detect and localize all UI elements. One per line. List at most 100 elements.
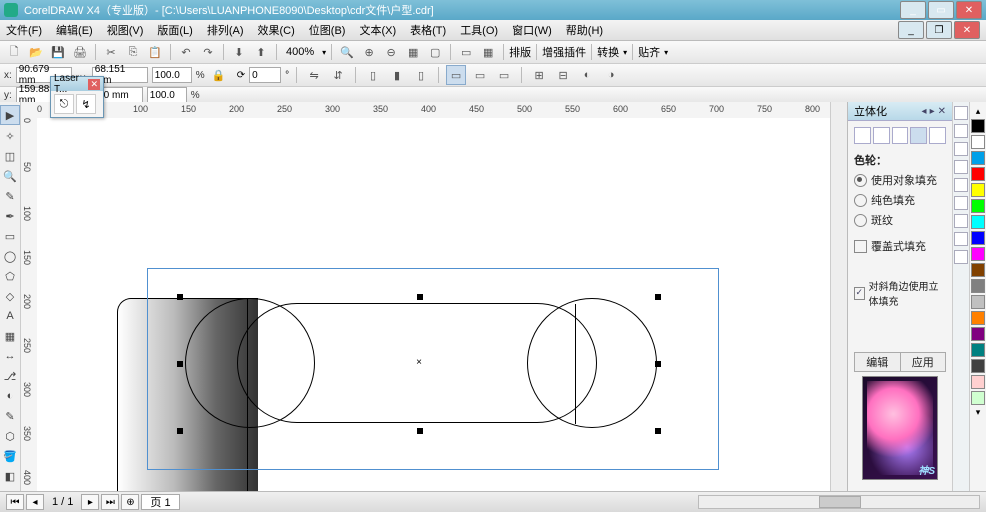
- smart-tool[interactable]: ✒: [1, 207, 19, 225]
- combine-icon[interactable]: ◐: [577, 65, 597, 85]
- menu-text[interactable]: 文本(X): [359, 22, 396, 38]
- search-icon[interactable]: 🔍: [337, 42, 357, 62]
- angle-field[interactable]: 0: [249, 67, 281, 83]
- color-swatch[interactable]: [971, 327, 985, 341]
- docker-icon-7[interactable]: [954, 214, 968, 228]
- color-swatch[interactable]: [971, 231, 985, 245]
- menu-effect[interactable]: 效果(C): [258, 22, 295, 38]
- menu-layout[interactable]: 版面(L): [157, 22, 192, 38]
- snap-icon[interactable]: ▭: [456, 42, 476, 62]
- group-icon[interactable]: ⊞: [529, 65, 549, 85]
- selection-handle[interactable]: [177, 428, 183, 434]
- selection-handle[interactable]: [655, 428, 661, 434]
- extra-snap[interactable]: 贴齐: [638, 44, 660, 60]
- text-tool[interactable]: A: [1, 307, 19, 325]
- selection-handle[interactable]: [177, 361, 183, 367]
- check-drape-fill[interactable]: [854, 240, 867, 253]
- laser-tool-2[interactable]: ↯: [76, 94, 96, 114]
- radio-solid-fill[interactable]: [854, 194, 867, 207]
- color-swatch[interactable]: [971, 375, 985, 389]
- color-swatch[interactable]: [971, 359, 985, 373]
- selection-handle[interactable]: [417, 294, 423, 300]
- zoom-dropdown-icon[interactable]: ▾: [322, 48, 326, 57]
- save-button[interactable]: 💾: [48, 42, 68, 62]
- polygon-tool[interactable]: ⬠: [1, 267, 19, 285]
- rectangle-tool[interactable]: ▭: [1, 227, 19, 245]
- outline-tool[interactable]: ⬡: [1, 427, 19, 445]
- docker-prev-icon[interactable]: ◂: [922, 106, 927, 117]
- close-button[interactable]: ✕: [956, 1, 982, 19]
- grid-icon[interactable]: ▦: [478, 42, 498, 62]
- fill-tool[interactable]: 🪣: [1, 447, 19, 465]
- color-swatch[interactable]: [971, 215, 985, 229]
- zoom-out-icon[interactable]: ⊖: [381, 42, 401, 62]
- cut-button[interactable]: ✂: [101, 42, 121, 62]
- extrude-mode-1[interactable]: [854, 127, 871, 144]
- extrude-mode-3[interactable]: [892, 127, 909, 144]
- last-page-button[interactable]: ⏭: [101, 494, 119, 510]
- selection-handle[interactable]: [177, 294, 183, 300]
- menu-help[interactable]: 帮助(H): [566, 22, 603, 38]
- paste-button[interactable]: 📋: [145, 42, 165, 62]
- extra-layout[interactable]: 排版: [509, 44, 531, 60]
- undo-button[interactable]: ↶: [176, 42, 196, 62]
- ruler-vertical[interactable]: 050100150200250300350400450: [21, 118, 38, 492]
- redo-button[interactable]: ↷: [198, 42, 218, 62]
- color-swatch[interactable]: [971, 295, 985, 309]
- promo-image[interactable]: 神S: [862, 376, 938, 480]
- docker-next-icon[interactable]: ▸: [930, 106, 935, 117]
- menu-file[interactable]: 文件(F): [6, 22, 42, 38]
- edit-button[interactable]: 编辑: [854, 352, 901, 372]
- floating-laser-toolbar[interactable]: Laser T... ✕ ⎋ ↯: [50, 76, 104, 118]
- color-swatch[interactable]: [971, 391, 985, 405]
- eyedropper-tool[interactable]: ✎: [1, 407, 19, 425]
- menu-edit[interactable]: 编辑(E): [56, 22, 93, 38]
- apply-button[interactable]: 应用: [901, 352, 947, 372]
- hscroll-track[interactable]: [698, 495, 980, 509]
- doc-minimize-button[interactable]: _: [898, 21, 924, 39]
- color-swatch[interactable]: [971, 311, 985, 325]
- float-close-icon[interactable]: ✕: [88, 79, 100, 90]
- menu-tools[interactable]: 工具(O): [460, 22, 498, 38]
- selection-handle[interactable]: [655, 361, 661, 367]
- check-bevel-fill[interactable]: [854, 287, 865, 300]
- menu-window[interactable]: 窗口(W): [512, 22, 552, 38]
- connector-tool[interactable]: ⎇: [1, 367, 19, 385]
- docker-icon-3[interactable]: [954, 142, 968, 156]
- table-tool[interactable]: ▦: [1, 327, 19, 345]
- vertical-scrollbar[interactable]: [830, 102, 847, 492]
- docker-icon-2[interactable]: [954, 124, 968, 138]
- align-l-icon[interactable]: ▯: [363, 65, 383, 85]
- effect-tool[interactable]: ◐: [1, 387, 19, 405]
- zoom-fit-icon[interactable]: ▦: [403, 42, 423, 62]
- open-button[interactable]: 📂: [26, 42, 46, 62]
- import-button[interactable]: ⬇: [229, 42, 249, 62]
- hscroll-thumb[interactable]: [819, 496, 861, 508]
- page-tab-1[interactable]: 页 1: [141, 494, 179, 510]
- extra-plugin[interactable]: 增强插件: [542, 44, 586, 60]
- docker-icon-6[interactable]: [954, 196, 968, 210]
- palette-down-icon[interactable]: ▾: [976, 407, 981, 418]
- color-swatch[interactable]: [971, 263, 985, 277]
- dimension-tool[interactable]: ↔: [1, 347, 19, 365]
- color-swatch[interactable]: [971, 119, 985, 133]
- color-swatch[interactable]: [971, 199, 985, 213]
- docker-close-icon[interactable]: ✕: [938, 106, 946, 117]
- chevron-down-icon[interactable]: ▾: [623, 48, 627, 57]
- canvas[interactable]: ×: [37, 118, 847, 492]
- prev-page-button[interactable]: ◂: [26, 494, 44, 510]
- palette-up-icon[interactable]: ▴: [976, 106, 981, 117]
- lock-icon[interactable]: 🔒: [209, 65, 229, 85]
- color-swatch[interactable]: [971, 167, 985, 181]
- align-r-icon[interactable]: ▯: [411, 65, 431, 85]
- sy-field[interactable]: 100.0: [147, 87, 187, 103]
- add-page-button[interactable]: ⊕: [121, 494, 139, 510]
- mirror-h-icon[interactable]: ⇋: [304, 65, 324, 85]
- docker-icon-5[interactable]: [954, 178, 968, 192]
- color-swatch[interactable]: [971, 279, 985, 293]
- docker-title[interactable]: 立体化 ◂▸✕: [848, 102, 952, 121]
- wrap-mode2-icon[interactable]: ▭: [470, 65, 490, 85]
- break-icon[interactable]: ◑: [601, 65, 621, 85]
- freehand-tool[interactable]: ✎: [1, 187, 19, 205]
- zoom-field[interactable]: 400%: [282, 46, 318, 58]
